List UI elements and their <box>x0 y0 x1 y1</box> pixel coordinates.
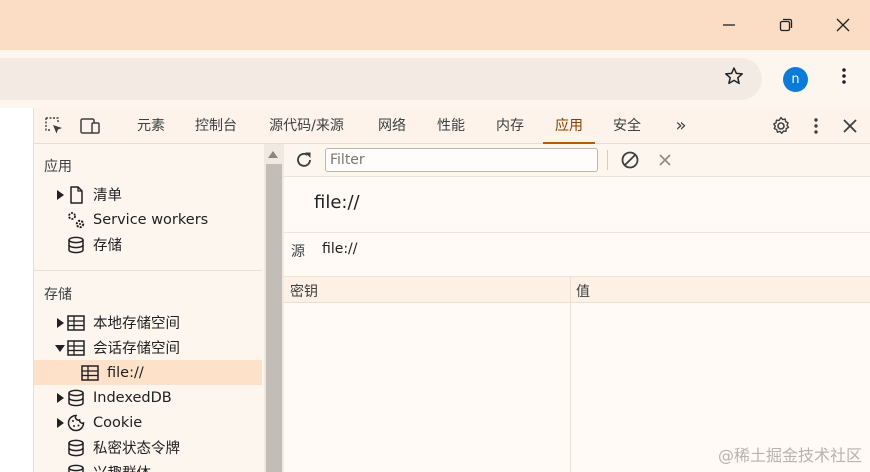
devtools-toolbar: 元素 控制台 源代码/来源 网络 性能 内存 应用 安全 » <box>34 108 870 144</box>
restore-icon <box>779 18 793 32</box>
close-icon <box>836 18 850 32</box>
sidebar-item-label: 兴趣群体 <box>93 462 151 472</box>
column-header-key[interactable]: 密钥 <box>290 281 318 301</box>
star-icon <box>725 67 743 85</box>
expand-arrow-icon[interactable] <box>54 392 66 404</box>
sidebar-item-storage-overview[interactable]: 存储 <box>34 232 262 257</box>
sidebar-item-label: Cookie <box>93 414 143 431</box>
profile-initial: n <box>791 72 800 87</box>
sidebar-item-session-storage[interactable]: 会话存储空间 <box>34 335 262 360</box>
restore-button[interactable] <box>771 10 801 40</box>
tab-performance[interactable]: 性能 <box>433 108 469 144</box>
divider <box>284 232 870 233</box>
more-vert-icon <box>814 118 818 134</box>
delete-selected-button[interactable] <box>653 148 677 172</box>
expand-arrow-icon[interactable] <box>54 417 66 429</box>
filter-input[interactable] <box>325 148 598 172</box>
database-icon <box>66 388 86 408</box>
origin-value: file:// <box>322 241 358 257</box>
origin-title: file:// <box>314 192 360 213</box>
sidebar-item-interest-groups[interactable]: 兴趣群体 <box>34 460 262 472</box>
address-bar[interactable] <box>0 58 762 100</box>
database-icon <box>66 235 86 255</box>
tab-sources[interactable]: 源代码/来源 <box>264 108 349 144</box>
close-window-button[interactable] <box>828 10 858 40</box>
settings-button[interactable] <box>769 114 793 138</box>
sidebar-item-indexeddb[interactable]: IndexedDB <box>34 385 262 410</box>
inspect-element-button[interactable] <box>42 114 66 138</box>
sidebar-divider <box>34 270 262 271</box>
storage-view: file:// 源 file:// 密钥 值 <box>284 144 870 472</box>
application-sidebar: 应用 清单 Service workers 存储 存储 本地存储空间 会话存储空… <box>34 144 264 472</box>
close-devtools-button[interactable] <box>838 114 862 138</box>
origin-label: 源 <box>291 244 305 260</box>
more-vert-icon <box>842 68 846 84</box>
cookie-icon <box>66 413 86 433</box>
device-toolbar-button[interactable] <box>78 114 102 138</box>
database-icon <box>66 463 86 472</box>
tab-security[interactable]: 安全 <box>609 108 645 144</box>
table-header: 密钥 值 <box>284 277 870 303</box>
sidebar-item-label: 本地存储空间 <box>93 316 180 332</box>
clear-all-button[interactable] <box>618 148 642 172</box>
toolbar-separator <box>607 150 608 170</box>
minimize-icon <box>723 24 735 26</box>
inspect-cursor-icon <box>45 117 62 134</box>
table-icon <box>66 313 86 333</box>
address-row <box>0 50 870 108</box>
collapse-arrow-icon[interactable] <box>54 342 66 354</box>
column-separator[interactable] <box>570 277 571 472</box>
minimize-button[interactable] <box>714 10 744 40</box>
section-title-application: 应用 <box>44 159 72 175</box>
file-icon <box>66 185 86 205</box>
tab-console[interactable]: 控制台 <box>191 108 241 144</box>
expand-arrow-icon[interactable] <box>54 317 66 329</box>
sidebar-item-local-storage[interactable]: 本地存储空间 <box>34 310 262 335</box>
expand-arrow-icon[interactable] <box>54 189 66 201</box>
sidebar-item-label: 会话存储空间 <box>93 341 180 357</box>
device-icon <box>80 118 100 134</box>
sidebar-item-cookie[interactable]: Cookie <box>34 410 262 435</box>
database-icon <box>66 438 86 458</box>
sidebar-item-label: 存储 <box>93 238 122 254</box>
tab-elements[interactable]: 元素 <box>133 108 169 144</box>
devtools-menu-button[interactable] <box>804 114 828 138</box>
gears-icon <box>66 210 86 230</box>
more-tabs-button[interactable]: » <box>670 108 692 144</box>
page-content <box>0 108 34 472</box>
filter-toolbar <box>284 144 870 177</box>
sidebar-item-label: 清单 <box>93 188 122 204</box>
section-title-storage: 存储 <box>44 287 72 303</box>
block-icon <box>621 151 639 169</box>
sidebar-item-session-file[interactable]: file:// <box>34 360 262 385</box>
bookmark-star-button[interactable] <box>720 62 748 90</box>
title-bar <box>0 0 870 50</box>
sidebar-item-private-state-tokens[interactable]: 私密状态令牌 <box>34 435 262 460</box>
column-header-value[interactable]: 值 <box>576 281 590 301</box>
sidebar-item-service-workers[interactable]: Service workers <box>34 207 262 232</box>
tab-application[interactable]: 应用 <box>543 108 595 144</box>
close-icon <box>659 154 671 166</box>
gear-icon <box>773 116 790 134</box>
table-icon <box>66 338 86 358</box>
tab-memory[interactable]: 内存 <box>492 108 528 144</box>
sidebar-item-label: file:// <box>107 364 144 381</box>
sidebar-item-label: 私密状态令牌 <box>93 441 180 457</box>
sidebar-item-label: IndexedDB <box>93 389 172 406</box>
scroll-up-arrow-icon[interactable] <box>268 150 278 158</box>
browser-menu-button[interactable] <box>830 62 858 90</box>
profile-avatar[interactable]: n <box>783 67 808 92</box>
close-icon <box>843 119 857 133</box>
sidebar-item-label: Service workers <box>93 211 209 228</box>
refresh-button[interactable] <box>292 148 316 172</box>
table-icon <box>80 363 100 383</box>
refresh-icon <box>297 152 311 167</box>
tab-network[interactable]: 网络 <box>374 108 410 144</box>
scrollbar-thumb[interactable] <box>266 164 282 472</box>
sidebar-item-manifest[interactable]: 清单 <box>34 182 262 207</box>
watermark: @稀土掘金技术社区 <box>717 446 862 465</box>
